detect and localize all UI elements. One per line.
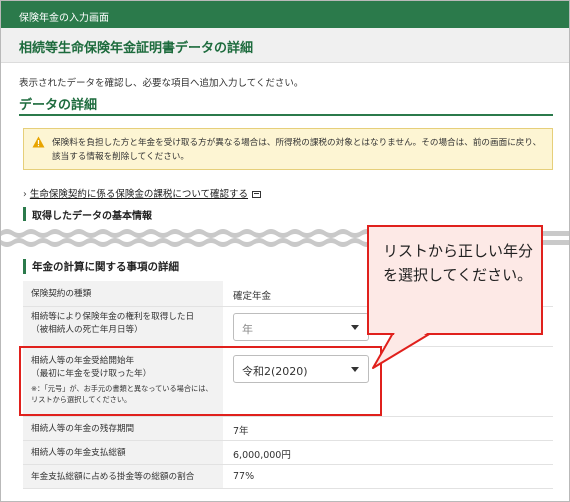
tax-info-link-text[interactable]: 生命保険契約に係る保険金の課税について確認する	[30, 189, 248, 200]
external-link-icon	[252, 191, 262, 198]
chevron-down-icon	[351, 325, 359, 330]
warning-icon	[32, 136, 45, 148]
table-row: 相続人等の年金の残存期間 7年	[23, 417, 553, 441]
callout-box: リストから正しい年分を選択してください。	[367, 225, 543, 335]
page-title-bar: 相続等生命保険年金証明書データの詳細	[1, 28, 569, 63]
app-header-title: 保険年金の入力画面	[19, 13, 109, 24]
table-row: 年金支払総額に占める掛金等の総額の割合 77%	[23, 465, 553, 489]
highlight-box	[19, 346, 382, 416]
row-label: 相続人等の年金支払総額	[31, 448, 126, 458]
row-label: 年金支払総額に占める掛金等の総額の割合	[31, 472, 195, 482]
warning-text: 保険料を負担した方と年金を受け取る方が異なる場合は、所得税の課税の対象とはなりま…	[52, 138, 542, 162]
warning-box: 保険料を負担した方と年金を受け取る方が異なる場合は、所得税の課税の対象とはなりま…	[23, 128, 553, 170]
acquisition-year-select[interactable]: 年	[233, 313, 369, 341]
row-label: 相続人等の年金の残存期間	[31, 424, 135, 434]
row-label: 保険契約の種類	[31, 289, 92, 299]
table-row: 相続人等の年金支払総額 6,000,000円	[23, 441, 553, 465]
row-label: 相続等により保険年金の権利を取得した日 （被相続人の死亡年月日等）	[31, 312, 195, 335]
basic-info-heading: 取得したデータの基本情報	[23, 207, 152, 222]
section-title: データの詳細	[19, 98, 98, 113]
screenshot-frame: 保険年金の入力画面 相続等生命保険年金証明書データの詳細 表示されたデータを確認…	[0, 0, 570, 502]
tax-info-link[interactable]: › 生命保険契約に係る保険金の課税について確認する	[23, 186, 262, 200]
page-title: 相続等生命保険年金証明書データの詳細	[19, 41, 254, 56]
calc-details-heading: 年金の計算に関する事項の詳細	[23, 259, 179, 274]
app-header: 保険年金の入力画面	[1, 1, 569, 28]
chevron-right-icon: ›	[23, 189, 27, 200]
row-value: 77%	[233, 471, 255, 482]
section-divider	[19, 114, 553, 116]
intro-text: 表示されたデータを確認し、必要な項目へ追加入力してください。	[19, 78, 304, 89]
callout-text: リストから正しい年分を選択してください。	[383, 242, 534, 284]
